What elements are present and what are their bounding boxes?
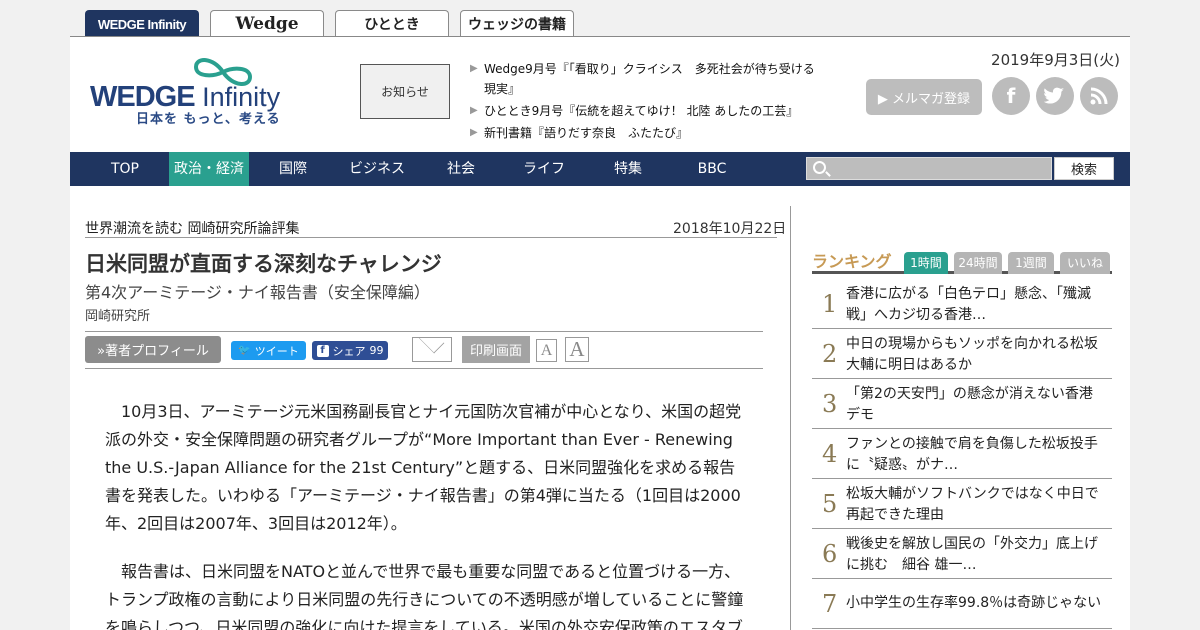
ranking-text: 中日の現場からもソッポを向かれる松坂大輔に明日はあるか [846, 336, 1098, 373]
ranking-number: 4 [822, 440, 838, 468]
ranking-text: 松坂大輔がソフトバンクではなく中日で再起できた理由 [846, 486, 1099, 523]
ranking-item[interactable]: 7 小中学生の生存率99.8％は奇跡じゃない [812, 579, 1112, 629]
article-author[interactable]: 岡崎研究所 [85, 305, 150, 324]
nav-item-bbc[interactable]: BBC [679, 152, 745, 186]
mail-icon[interactable] [412, 337, 452, 362]
triangle-right-icon: ▶ [470, 63, 478, 74]
ranking-item[interactable]: 3 「第2の天安門」の懸念が消えない香港デモ [812, 379, 1112, 429]
nav-item-business[interactable]: ビジネス [340, 152, 414, 186]
nav-item-politics-economy[interactable]: 政治・経済 [169, 152, 249, 186]
facebook-icon[interactable]: f [992, 77, 1030, 115]
column-divider [790, 206, 791, 630]
ranking-text: 香港に広がる「白色テロ」懸念、「殲滅戦」へカジ切る香港… [846, 286, 1091, 323]
news-label[interactable]: お知らせ [360, 64, 450, 119]
ranking-number: 7 [822, 590, 838, 618]
ranking-number: 6 [822, 540, 838, 568]
nav-item-society[interactable]: 社会 [428, 152, 494, 186]
triangle-right-icon: ▶ [470, 105, 478, 116]
nav-item-international[interactable]: 国際 [260, 152, 326, 186]
article-subtitle: 第4次アーミテージ・ナイ報告書（安全保障編） [85, 283, 430, 302]
search-button[interactable]: 検索 [1054, 157, 1114, 180]
current-date: 2019年9月3日(火) [991, 51, 1120, 69]
font-size-small-button[interactable]: A [536, 339, 557, 362]
site-tab-books[interactable]: ウェッジの書籍 [460, 10, 574, 37]
nav-item-top[interactable]: TOP [92, 152, 158, 186]
site-logo[interactable]: WEDGE Infinity 日本を もっと、考える [90, 55, 318, 127]
search-icon [813, 161, 826, 174]
tweet-button[interactable]: 🐦 ツイート [231, 341, 306, 360]
ranking-text: 小中学生の生存率99.8％は奇跡じゃない [846, 595, 1102, 611]
news-item[interactable]: ▶ 新刊書籍『語りだす奈良 ふたたび』 [470, 123, 815, 143]
ranking-tab-1h[interactable]: 1時間 [904, 252, 948, 274]
ranking-number: 1 [822, 290, 838, 318]
site-header: WEDGE Infinity 日本を もっと、考える お知らせ ▶ Wedge9月… [70, 36, 1130, 152]
ranking-number: 3 [822, 390, 838, 418]
divider [85, 237, 777, 238]
main-nav: TOP 政治・経済 国際 ビジネス 社会 ライフ 特集 BBC 検索 [70, 152, 1130, 186]
newsletter-button[interactable]: ▶ メルマガ登録 [866, 79, 982, 115]
ranking-tab-24h[interactable]: 24時間 [954, 252, 1002, 274]
article-title: 日米同盟が直面する深刻なチャレンジ [85, 252, 442, 276]
series-title[interactable]: 世界潮流を読む 岡崎研究所論評集 [85, 218, 299, 238]
publish-date: 2018年10月22日 [673, 221, 787, 237]
ranking-number: 2 [822, 340, 838, 368]
twitter-icon: 🐦 [238, 345, 251, 356]
facebook-share-button[interactable]: f シェア 99 [312, 341, 388, 360]
triangle-right-icon: ▶ [470, 127, 478, 138]
share-count: 99 [369, 344, 384, 357]
ranking-tab-likes[interactable]: いいね [1060, 252, 1110, 274]
ranking-text: 戦後史を解放し国民の「外交力」底上げに挑む 細谷 雄一… [846, 536, 1098, 573]
site-tab-hitotoki[interactable]: ひととき [335, 10, 449, 37]
ranking-item[interactable]: 1 香港に広がる「白色テロ」懸念、「殲滅戦」へカジ切る香港… [812, 279, 1112, 329]
article-paragraph: 報告書は、日米同盟をNATOと並んで世界で最も重要な同盟であると位置づける一方、… [105, 562, 744, 630]
site-tab-wedge[interactable]: Wedge [210, 10, 324, 37]
news-item[interactable]: ▶ Wedge9月号『「看取り」クライシス 多死社会が待ち受ける現実』 [470, 59, 815, 99]
ranking-item[interactable]: 5 松坂大輔がソフトバンクではなく中日で再起できた理由 [812, 479, 1112, 529]
font-size-large-button[interactable]: A [565, 337, 589, 362]
main-content: 世界潮流を読む 岡崎研究所論評集 2018年10月22日 日米同盟が直面する深刻… [70, 186, 1130, 630]
ranking-item[interactable]: 6 戦後史を解放し国民の「外交力」底上げに挑む 細谷 雄一… [812, 529, 1112, 579]
ranking-tab-1w[interactable]: 1週間 [1008, 252, 1054, 274]
ranking-item[interactable]: 2 中日の現場からもソッポを向かれる松坂大輔に明日はあるか [812, 329, 1112, 379]
author-profile-button[interactable]: »著者プロフィール [85, 336, 221, 363]
site-tab-wedge-infinity[interactable]: WEDGE Infinity [85, 10, 199, 37]
ranking-text: 「第2の天安門」の懸念が消えない香港デモ [846, 386, 1093, 423]
ranking-item[interactable]: 4 ファンとの接触で肩を負傷した松坂投手に〝疑惑〟がナ… [812, 429, 1112, 479]
nav-item-life[interactable]: ライフ [511, 152, 577, 186]
ranking-header: ランキング 1時間 24時間 1週間 いいね [812, 248, 1112, 274]
divider [85, 368, 763, 369]
facebook-icon: f [316, 344, 329, 357]
twitter-icon[interactable] [1036, 77, 1074, 115]
print-button[interactable]: 印刷画面 [462, 336, 530, 363]
ranking-number: 5 [822, 490, 838, 518]
news-item[interactable]: ▶ ひととき9月号『伝統を超えてゆけ！ 北陸 あしたの工芸』 [470, 101, 815, 121]
ranking-text: ファンとの接触で肩を負傷した松坂投手に〝疑惑〟がナ… [846, 436, 1098, 473]
rss-icon[interactable] [1080, 77, 1118, 115]
nav-item-special[interactable]: 特集 [595, 152, 661, 186]
search-input[interactable] [806, 157, 1052, 180]
article-paragraph: 10月3日、アーミテージ元米国務副長官とナイ元国防次官補が中心となり、米国の超党… [105, 402, 742, 533]
site-tabs: WEDGE Infinity Wedge ひととき ウェッジの書籍 [85, 10, 574, 37]
logo-tagline: 日本を もっと、考える [136, 112, 281, 127]
news-list: ▶ Wedge9月号『「看取り」クライシス 多死社会が待ち受ける現実』 ▶ ひととき… [470, 59, 815, 145]
ranking-title: ランキング [812, 252, 892, 271]
